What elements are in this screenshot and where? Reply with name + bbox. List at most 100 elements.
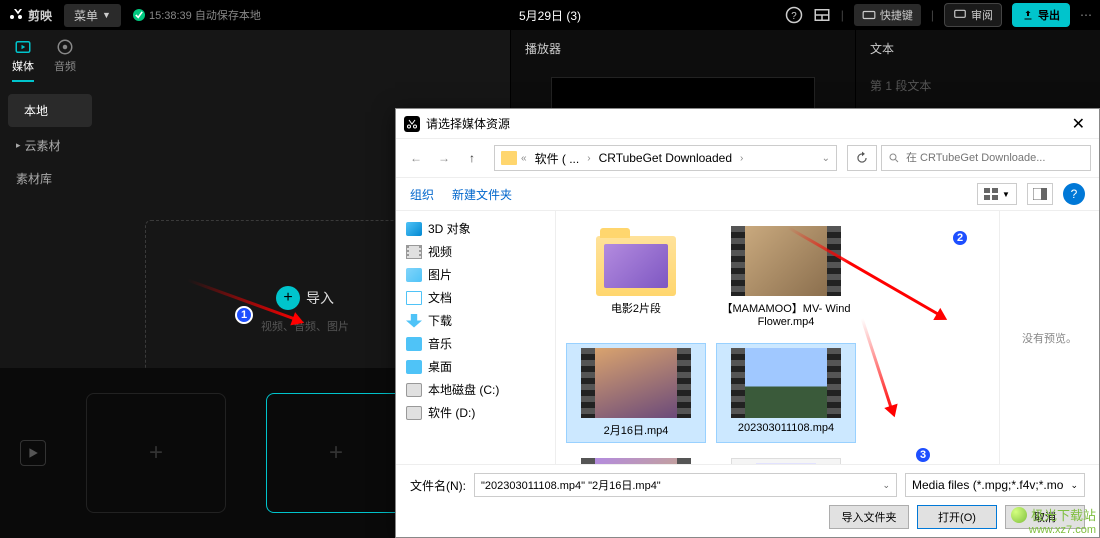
sidebar-item-cloud[interactable]: ▸云素材 (0, 129, 100, 162)
file-item-video-2[interactable]: 2月16日.mp4 (566, 343, 706, 443)
tree-music[interactable]: 音乐 (396, 332, 555, 355)
file-item-folder[interactable]: 电影2片段 (566, 221, 706, 333)
autosave-status: 15:38:39 自动保存本地 (133, 7, 261, 23)
import-folder-button[interactable]: 导入文件夹 (829, 505, 909, 529)
file-open-dialog: 请选择媒体资源 ✕ ← → ↑ « 软件 ( ... › CRTubeGet D… (395, 108, 1100, 538)
breadcrumb-bar[interactable]: « 软件 ( ... › CRTubeGet Downloaded › ⌄ (494, 145, 837, 171)
file-item-app[interactable] (716, 453, 856, 464)
close-button[interactable]: ✕ (1066, 114, 1091, 134)
new-folder-button[interactable]: 新建文件夹 (452, 186, 512, 203)
help-icon[interactable]: ? (785, 6, 803, 24)
chat-icon (953, 8, 967, 22)
file-item-video-4[interactable] (566, 453, 706, 464)
desktop-icon (406, 360, 422, 374)
filename-input-container[interactable]: ⌄ (474, 473, 897, 497)
media-icon (14, 38, 32, 56)
tree-disk-c[interactable]: 本地磁盘 (C:) (396, 378, 555, 401)
view-mode-button[interactable]: ▼ (977, 183, 1017, 205)
tree-3d-objects[interactable]: 3D 对象 (396, 217, 555, 240)
preview-icon (1033, 188, 1047, 200)
search-icon (888, 152, 900, 164)
refresh-button[interactable] (847, 145, 877, 171)
music-icon (406, 337, 422, 351)
chevron-down-icon: ▼ (102, 10, 111, 20)
annotation-badge-2: 2 (951, 229, 969, 247)
preview-toggle-button[interactable] (1027, 183, 1053, 205)
folder-tree: 3D 对象 视频 图片 文档 下载 音乐 桌面 本地磁盘 (C:) 软件 (D:… (396, 211, 556, 464)
nav-back-button[interactable]: ← (404, 146, 428, 170)
video-thumb-icon (581, 348, 691, 418)
text-panel-title: 文本 (856, 30, 1100, 67)
svg-text:?: ? (791, 11, 797, 22)
picture-icon (406, 268, 422, 282)
annotation-arrow-3 (861, 318, 895, 414)
filename-label: 文件名(N): (410, 477, 466, 494)
layout-icon[interactable] (813, 6, 831, 24)
app-icon (404, 116, 420, 132)
organize-button[interactable]: 组织 (410, 186, 434, 203)
refresh-icon (855, 151, 869, 165)
video-thumb-icon (731, 226, 841, 296)
timeline-slot-selected[interactable]: + (266, 393, 406, 513)
film-icon (406, 245, 422, 259)
file-list: 2 电影2片段 【MAMAMOO】MV- Wind Flower.mp4 2月1… (556, 211, 999, 464)
download-icon (406, 314, 422, 328)
cancel-button[interactable]: 取消 (1005, 505, 1085, 529)
tree-pictures[interactable]: 图片 (396, 263, 555, 286)
open-button[interactable]: 打开(O) (917, 505, 997, 529)
import-button[interactable]: + 导入 (276, 286, 334, 310)
annotation-badge-1: 1 (235, 306, 253, 324)
nav-up-button[interactable]: ↑ (460, 146, 484, 170)
menu-button[interactable]: 菜单 ▼ (64, 4, 121, 27)
more-icon[interactable]: ⋯ (1080, 8, 1092, 22)
text-placeholder: 第 1 段文本 (856, 67, 1100, 104)
thumbnails-icon (984, 188, 1000, 200)
shortcut-button[interactable]: 快捷键 (854, 4, 921, 26)
chevron-down-icon[interactable]: ⌄ (822, 153, 830, 164)
disk-icon (406, 406, 422, 420)
tree-downloads[interactable]: 下载 (396, 309, 555, 332)
annotation-badge-3: 3 (914, 446, 932, 464)
folder-icon (501, 151, 517, 165)
dialog-help-button[interactable]: ? (1063, 183, 1085, 205)
search-input[interactable] (906, 152, 1084, 164)
file-type-filter[interactable]: Media files (*.mpg;*.f4v;*.mo ⌄ 3 (905, 473, 1085, 497)
nav-forward-button[interactable]: → (432, 146, 456, 170)
keyboard-icon (862, 8, 876, 22)
crumb-drive[interactable]: 软件 ( ... (531, 150, 584, 167)
filename-input[interactable] (481, 479, 882, 491)
file-item-video-1[interactable]: 【MAMAMOO】MV- Wind Flower.mp4 (716, 221, 856, 333)
app-thumb-icon (731, 458, 841, 464)
timeline-play-icon[interactable] (20, 440, 46, 466)
sidebar-item-local[interactable]: 本地 (8, 94, 92, 127)
caret-right-icon: ▸ (16, 140, 21, 151)
folder-thumb-icon (596, 236, 676, 296)
chevron-down-icon[interactable]: ⌄ (882, 480, 890, 491)
export-button[interactable]: 导出 (1012, 3, 1070, 27)
crumb-folder[interactable]: CRTubeGet Downloaded (595, 151, 736, 165)
project-title: 5月29日 (3) (519, 7, 581, 24)
sidebar-item-library[interactable]: 素材库 (0, 162, 100, 195)
tab-media[interactable]: 媒体 (12, 38, 34, 82)
review-button[interactable]: 审阅 (944, 3, 1002, 27)
tree-disk-d[interactable]: 软件 (D:) (396, 401, 555, 424)
file-item-video-3[interactable]: 202303011108.mp4 (716, 343, 856, 443)
media-tabs: 媒体 音频 (0, 30, 510, 82)
check-icon (133, 9, 145, 21)
import-hint: 视频、音频、图片 (261, 318, 349, 334)
tree-videos[interactable]: 视频 (396, 240, 555, 263)
plus-icon: + (276, 286, 300, 310)
tree-documents[interactable]: 文档 (396, 286, 555, 309)
scissors-icon (8, 7, 24, 23)
app-logo: 剪映 (8, 7, 52, 24)
tab-audio[interactable]: 音频 (54, 38, 76, 82)
search-input-container[interactable] (881, 145, 1091, 171)
dialog-title: 请选择媒体资源 (426, 115, 510, 132)
document-icon (406, 291, 422, 305)
player-title: 播放器 (511, 30, 855, 67)
tree-desktop[interactable]: 桌面 (396, 355, 555, 378)
app-name: 剪映 (28, 7, 52, 24)
video-thumb-icon (731, 348, 841, 418)
video-thumb-icon (581, 458, 691, 464)
timeline-slot[interactable]: + (86, 393, 226, 513)
